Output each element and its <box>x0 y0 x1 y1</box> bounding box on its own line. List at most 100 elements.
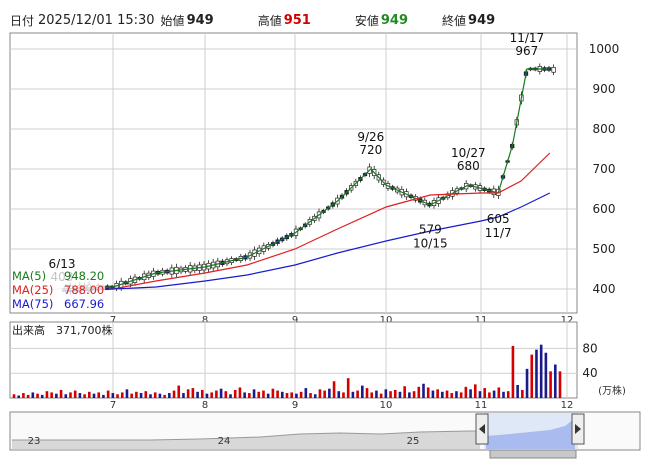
annotation-value: 720 <box>359 143 382 157</box>
volume-bar <box>502 391 505 398</box>
navigator-scrollbar[interactable] <box>489 449 577 459</box>
volume-y-ticks: 40 80 <box>582 341 597 380</box>
volume-x-tick-label: 10 <box>380 400 393 411</box>
volume-bar <box>205 393 209 398</box>
volume-bar <box>521 389 524 398</box>
annotation-value: 605 <box>487 212 510 226</box>
volume-x-tick-label: 8 <box>202 400 208 411</box>
legend-ma75-name: MA(75) <box>12 297 53 311</box>
volume-bar <box>398 391 402 398</box>
price-y-tick-label: 600 <box>593 202 616 216</box>
volume-bar <box>304 388 308 398</box>
volume-bar <box>497 387 501 398</box>
volume-bar <box>125 389 129 398</box>
volume-bar <box>102 394 105 398</box>
volume-bar <box>384 389 388 398</box>
legend-ma75-value: 667.96 <box>64 297 104 311</box>
volume-bar <box>257 391 261 398</box>
volume-bar <box>422 383 425 398</box>
volume-title: 出来高 <box>12 323 45 337</box>
volume-bar <box>351 391 355 398</box>
price-y-tick-label: 400 <box>593 282 616 296</box>
volume-bar <box>417 386 421 398</box>
volume-bar <box>26 394 30 398</box>
volume-bar <box>280 391 284 398</box>
navigator-right-handle[interactable] <box>571 413 585 445</box>
legend-ma25-value: 788.00 <box>64 283 104 297</box>
volume-bar <box>88 391 91 398</box>
volume-bar <box>313 394 317 398</box>
volume-bar <box>332 381 336 398</box>
volume-bar <box>111 393 115 398</box>
volume-bar <box>106 390 110 398</box>
volume-bar <box>97 392 101 398</box>
volume-bar <box>168 393 171 398</box>
volume-x-tick-label: 9 <box>292 400 298 411</box>
volume-bar <box>492 390 496 398</box>
volume-bar <box>436 389 439 398</box>
volume-bar <box>177 385 181 398</box>
volume-bar <box>92 393 96 398</box>
volume-bar <box>69 392 72 398</box>
volume-bar <box>525 368 529 398</box>
volume-bar <box>483 388 486 398</box>
stock-chart-widget: 日付 2025/12/01 15:30 始値 949 高値 951 安値 949… <box>0 0 653 470</box>
ma-legend: MA(5) 948.20 MA(25) 788.00 MA(75) 667.96 <box>11 268 105 311</box>
volume-bar <box>158 393 162 398</box>
volume-bar <box>441 391 444 398</box>
volume-bar <box>346 378 350 398</box>
annotation-value: 579 <box>419 222 442 236</box>
volume-bar <box>78 393 82 398</box>
legend-ma5-name: MA(5) <box>12 269 46 283</box>
volume-bar <box>455 391 458 398</box>
volume-bar <box>116 394 119 398</box>
volume-bar <box>393 389 397 398</box>
volume-bar <box>191 388 195 398</box>
volume-bar <box>469 389 472 398</box>
volume-bar <box>558 371 562 398</box>
volume-bar <box>182 393 185 398</box>
price-y-tick-label: 1000 <box>589 42 620 56</box>
navigator[interactable]: 23 24 25 <box>9 411 641 459</box>
volume-bar <box>356 390 359 398</box>
volume-bar <box>22 393 25 398</box>
price-y-tick-label: 700 <box>593 162 616 176</box>
price-y-tick-label: 800 <box>593 122 616 136</box>
candle-body <box>551 67 556 73</box>
volume-bar <box>445 390 449 398</box>
price-y-tick-label: 900 <box>593 82 616 96</box>
volume-x-ticks: 7 8 9 10 11 12 <box>110 400 574 411</box>
volume-bar <box>266 393 270 398</box>
volume-bar <box>535 349 538 398</box>
volume-bar <box>130 393 133 398</box>
volume-bar <box>210 392 213 398</box>
annotation-date: 10/15 <box>413 236 448 250</box>
volume-bar <box>196 391 199 398</box>
volume-bar <box>248 393 251 398</box>
volume-bar <box>426 387 430 398</box>
volume-bar <box>172 390 176 398</box>
volume-bar <box>450 393 454 398</box>
volume-bar <box>361 385 364 398</box>
volume-bar <box>389 391 392 398</box>
volume-bar <box>59 389 63 398</box>
volume-bar <box>144 391 148 398</box>
volume-y-tick-label: 80 <box>582 341 597 355</box>
volume-bar <box>295 393 298 398</box>
volume-bar <box>215 390 218 398</box>
chart-svg: 4005006007008009001000 789101112 6/13403… <box>9 31 641 459</box>
navigator-year-24: 24 <box>218 436 231 447</box>
volume-bar <box>553 364 557 398</box>
volume-bar <box>224 391 228 398</box>
volume-bar <box>459 392 463 398</box>
volume-bar <box>83 394 86 398</box>
volume-bar <box>163 394 166 398</box>
volume-bar <box>135 391 138 398</box>
volume-bar <box>55 393 58 398</box>
volume-bar <box>403 386 406 398</box>
navigator-left-handle[interactable] <box>475 413 489 445</box>
volume-bar <box>299 391 303 398</box>
volume-bar <box>412 391 416 398</box>
price-y-tick-label: 500 <box>593 242 616 256</box>
annotation-value: 967 <box>515 44 538 58</box>
